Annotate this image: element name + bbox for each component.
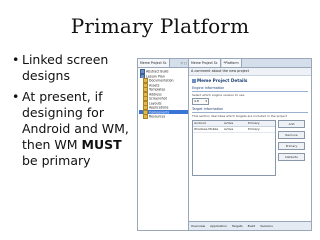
editor-title-text: Meme Project Details xyxy=(197,78,248,83)
project-icon xyxy=(192,79,196,83)
engine-section-heading[interactable]: Engine Information xyxy=(192,86,308,92)
ide-screenshot: Meme Project Sc ▽ ▢ Abstract Build Lesson… xyxy=(137,58,312,231)
view-controls-icon[interactable]: ▽ ▢ xyxy=(181,59,187,67)
tree-item[interactable]: Resources xyxy=(139,114,188,119)
engine-version-select[interactable]: 4.8 ▾ xyxy=(192,98,209,105)
targets-area: Android Active Primary Windows Mobile Ac… xyxy=(192,120,308,176)
editor-bottom-tabs: Overview Application Targets Build Versi… xyxy=(189,221,311,230)
project-tree: Abstract Build Lesson Plan Documentation As… xyxy=(138,68,188,119)
bullet-dot: • xyxy=(12,52,20,67)
bullet-dot: • xyxy=(12,89,20,104)
column-header[interactable]: Active xyxy=(224,121,248,126)
targets-button-column: Add Remove Primary Defaults xyxy=(278,120,305,164)
tab-build[interactable]: Build xyxy=(246,222,258,230)
editor-header: A comment about the new project xyxy=(189,68,311,76)
targets-section-heading[interactable]: Target Information xyxy=(192,107,308,113)
engine-version-value: 4.8 xyxy=(194,99,199,103)
tree-item-label: Resources xyxy=(149,114,166,119)
targets-section-description: This section describes which targets are… xyxy=(192,114,287,118)
bullet-item: • Linked screen designs xyxy=(12,52,132,84)
defaults-button[interactable]: Defaults xyxy=(278,153,305,161)
engine-section-description: Select which engine version to use xyxy=(192,93,245,97)
table-cell: Active xyxy=(224,127,234,131)
bullet-text-post: be primary xyxy=(22,153,91,168)
editor-pane: Meme Project Sc *Platform A comment abou… xyxy=(189,59,311,230)
editor-tabbar: Meme Project Sc *Platform xyxy=(189,59,311,68)
project-explorer-pane: Meme Project Sc ▽ ▢ Abstract Build Lesson… xyxy=(138,59,189,230)
table-cell: Primary xyxy=(248,127,260,131)
folder-icon xyxy=(143,114,148,119)
editor-title: Meme Project Details xyxy=(189,76,311,84)
tab-overview[interactable]: Overview xyxy=(189,222,207,230)
tab-application[interactable]: Application xyxy=(208,222,229,230)
editor-body: A comment about the new project Meme Pro… xyxy=(189,68,311,221)
bullet-list: • Linked screen designs • At present, if… xyxy=(12,52,132,174)
bullet-emphasis: MUST xyxy=(81,137,122,152)
remove-target-button[interactable]: Remove xyxy=(278,131,305,139)
column-header[interactable]: Android xyxy=(193,121,224,126)
tab-platform[interactable]: *Platform xyxy=(221,59,242,67)
table-row[interactable]: Windows Mobile Active Primary xyxy=(193,127,275,133)
tab-project[interactable]: Meme Project Sc xyxy=(189,59,221,67)
tab-targets[interactable]: Targets xyxy=(230,222,245,230)
tab-project-explorer[interactable]: Meme Project Sc xyxy=(138,59,170,67)
explorer-tabbar: Meme Project Sc ▽ ▢ xyxy=(138,59,188,68)
bullet-text: Linked screen designs xyxy=(22,52,109,83)
chevron-down-icon: ▾ xyxy=(205,99,207,103)
targets-table: Android Active Primary Windows Mobile Ac… xyxy=(192,120,276,176)
primary-target-button[interactable]: Primary xyxy=(278,142,305,150)
bullet-item: • At present, if designing for Android a… xyxy=(12,89,132,169)
add-target-button[interactable]: Add xyxy=(278,120,305,128)
slide-title: Primary Platform xyxy=(70,14,250,38)
table-cell: Windows Mobile xyxy=(194,127,219,131)
column-header[interactable]: Primary xyxy=(248,121,274,126)
tab-versions[interactable]: Versions xyxy=(258,222,275,230)
